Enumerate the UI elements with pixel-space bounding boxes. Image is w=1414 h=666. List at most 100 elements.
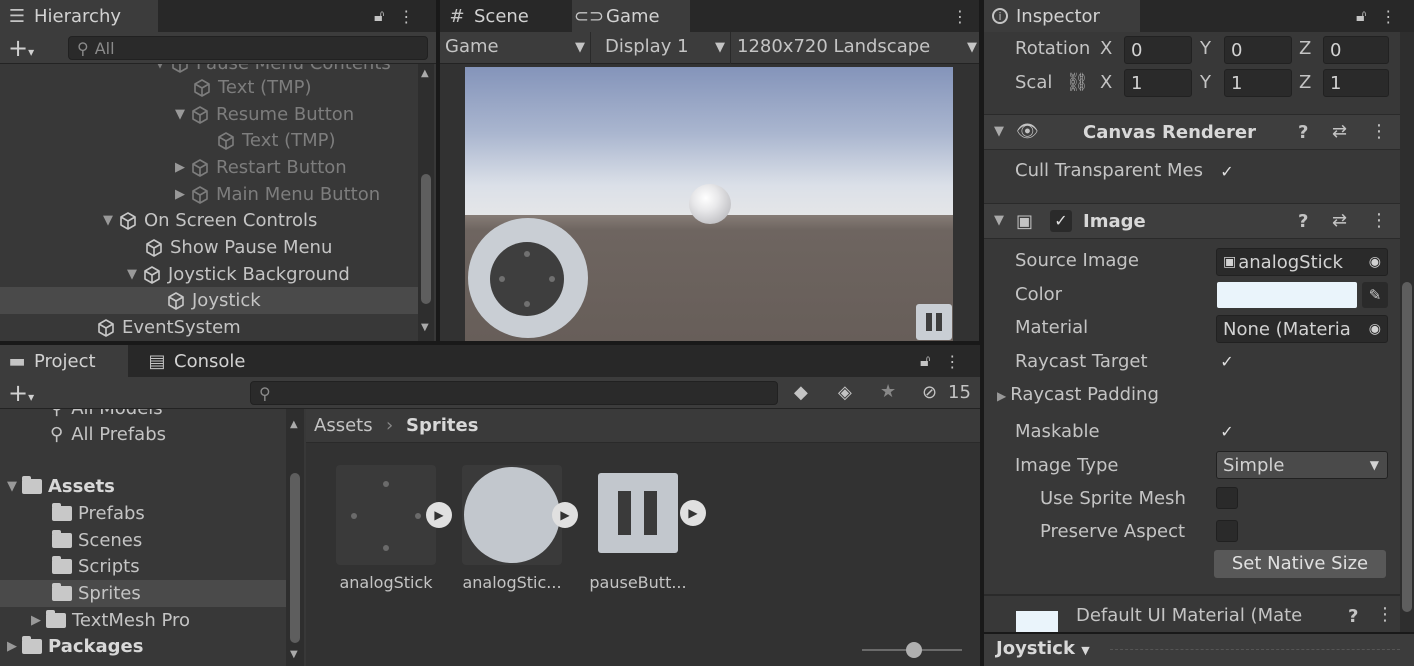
tree-item[interactable]: ▼ On Screen Controls [0,207,418,234]
scale-z-field[interactable]: 1 [1323,69,1389,97]
expand-arrow-icon[interactable]: ▼ [172,107,188,122]
collapse-arrow-icon[interactable]: ▶ [172,160,188,175]
tree-item[interactable]: Text (TMP) [0,127,418,154]
preset-icon[interactable]: ⇄ [1332,210,1347,231]
favorite-star-icon[interactable]: ★ [880,381,896,402]
scroll-up-icon[interactable]: ▲ [290,419,298,430]
collapse-arrow-icon[interactable]: ▶ [172,187,188,202]
material-field[interactable]: None (Materia ◉ [1216,315,1388,343]
collapse-arrow-icon[interactable]: ▶ [4,639,20,654]
inspector-scrollbar[interactable] [1400,32,1414,632]
more-menu-icon[interactable]: ⋮ [952,7,968,26]
search-by-type-icon[interactable]: ◆ [794,382,808,403]
more-menu-icon[interactable]: ⋮ [1380,7,1396,26]
rotation-y-field[interactable]: 0 [1224,36,1292,64]
tab-project[interactable]: ▬ Project [0,345,128,377]
preset-icon[interactable]: ⇄ [1332,121,1347,142]
tree-item[interactable]: ▼ Assets [0,473,286,500]
pause-button[interactable] [916,304,952,340]
expand-sprite-play-icon[interactable]: ▶ [680,500,706,526]
object-picker-icon[interactable]: ◉ [1369,321,1381,337]
tree-item[interactable]: Text (TMP) [0,74,418,101]
display-dropdown[interactable]: Display 1 ▼ [605,36,725,57]
asset-tile[interactable]: ▶ [462,465,578,565]
object-selector-dropdown[interactable]: Joystick ▼ [996,638,1090,659]
color-swatch[interactable] [1217,282,1357,308]
expand-sprite-play-icon[interactable]: ▶ [552,502,578,528]
expand-sprite-play-icon[interactable]: ▶ [426,502,452,528]
tree-item[interactable]: ▶ Main Menu Button [0,181,418,208]
tab-inspector[interactable]: i Inspector [984,0,1140,32]
image-header[interactable]: ▼ ▣ ✓ Image ? ⇄ ⋮ [984,203,1414,239]
hierarchy-scrollbar[interactable]: ▲ ▼ [418,64,434,341]
tab-console[interactable]: ▤ Console [140,345,270,377]
tree-item[interactable]: ▶ Restart Button [0,154,418,181]
expand-arrow-icon[interactable]: ▼ [100,213,116,228]
tree-item[interactable]: ▶ TextMesh Pro [0,607,286,634]
expand-arrow-icon[interactable]: ▼ [4,479,20,494]
game-viewport[interactable] [465,67,953,341]
tree-item[interactable]: Show Pause Menu [0,234,418,261]
help-icon[interactable]: ? [1298,211,1308,232]
raycast-padding-label[interactable]: ▶ Raycast Padding [997,384,1159,405]
source-image-field[interactable]: ▣ analogStick ◉ [1216,248,1388,276]
preserve-aspect-checkbox[interactable] [1216,520,1238,542]
object-picker-icon[interactable]: ◉ [1369,254,1381,270]
asset-tile[interactable]: ▶ [336,465,452,565]
create-button[interactable]: +▾ [8,379,34,407]
project-tree-scrollbar[interactable]: ▲ ▼ [286,409,304,666]
canvas-renderer-header[interactable]: ▼ 👁︎ Canvas Renderer ? ⇄ ⋮ [984,114,1414,150]
more-menu-icon[interactable]: ⋮ [1370,121,1388,142]
thumbnail-size-slider[interactable] [862,642,962,658]
more-menu-icon[interactable]: ⋮ [1376,604,1394,625]
collapse-arrow-icon[interactable]: ▼ [994,124,1004,139]
joystick-knob[interactable] [490,242,564,316]
game-mode-dropdown[interactable]: Game ▼ [445,36,585,57]
tree-item[interactable]: ▼ Joystick Background [0,261,418,288]
set-native-size-button[interactable]: Set Native Size [1214,550,1386,578]
hierarchy-search-input[interactable]: ⚲ All [68,36,428,60]
tab-scene[interactable]: # Scene [440,0,568,32]
more-menu-icon[interactable]: ⋮ [944,352,960,371]
tab-hierarchy[interactable]: ☰ Hierarchy [0,0,158,32]
lock-icon[interactable]: 🔓︎ [1356,6,1366,26]
tree-item-selected[interactable]: Joystick [0,287,418,314]
lock-icon[interactable]: 🔓︎ [920,351,930,371]
help-icon[interactable]: ? [1348,606,1358,627]
scale-x-field[interactable]: 1 [1124,69,1192,97]
rotation-z-field[interactable]: 0 [1323,36,1389,64]
slider-handle[interactable] [906,642,922,658]
expand-arrow-icon[interactable]: ▼ [152,64,168,71]
eyedropper-icon[interactable]: ✎ [1362,282,1388,308]
expand-arrow-icon[interactable]: ▶ [997,389,1006,403]
tree-item[interactable]: ⚲ All Prefabs [0,421,286,448]
tree-item[interactable]: Prefabs [0,500,286,527]
breadcrumb-current[interactable]: Sprites [406,415,478,436]
tree-item[interactable]: EventSystem [0,314,418,341]
joystick-ring[interactable] [468,218,588,338]
use-sprite-mesh-checkbox[interactable] [1216,487,1238,509]
breadcrumb-root[interactable]: Assets [314,415,373,436]
unlink-icon[interactable]: ⛓ [1066,72,1089,93]
help-icon[interactable]: ? [1298,122,1308,143]
rotation-x-field[interactable]: 0 [1124,36,1192,64]
hierarchy-scroll-thumb[interactable] [421,174,431,304]
image-enabled-checkbox[interactable]: ✓ [1050,210,1072,232]
collapse-arrow-icon[interactable]: ▼ [994,213,1004,228]
lock-icon[interactable]: 🔓︎ [374,6,384,26]
more-menu-icon[interactable]: ⋮ [398,7,414,26]
tree-item[interactable]: ▼ Resume Button [0,101,418,128]
image-type-dropdown[interactable]: Simple ▼ [1216,451,1388,479]
resolution-dropdown[interactable]: 1280x720 Landscape ▼ [737,36,977,57]
raycast-target-checkbox[interactable]: ✓ [1216,350,1238,372]
maskable-checkbox[interactable]: ✓ [1216,420,1238,442]
expand-arrow-icon[interactable]: ▼ [124,267,140,282]
scale-y-field[interactable]: 1 [1224,69,1292,97]
project-search-input[interactable]: ⚲ [250,381,778,405]
label-tag-icon[interactable]: ◈ [838,382,852,403]
asset-tile[interactable]: ▶ [598,473,706,557]
tree-item-selected[interactable]: Sprites [0,580,286,607]
scroll-down-icon[interactable]: ▼ [290,649,298,660]
hidden-packages-icon[interactable]: ⊘ [922,382,937,403]
inspector-scroll-thumb[interactable] [1402,282,1412,612]
